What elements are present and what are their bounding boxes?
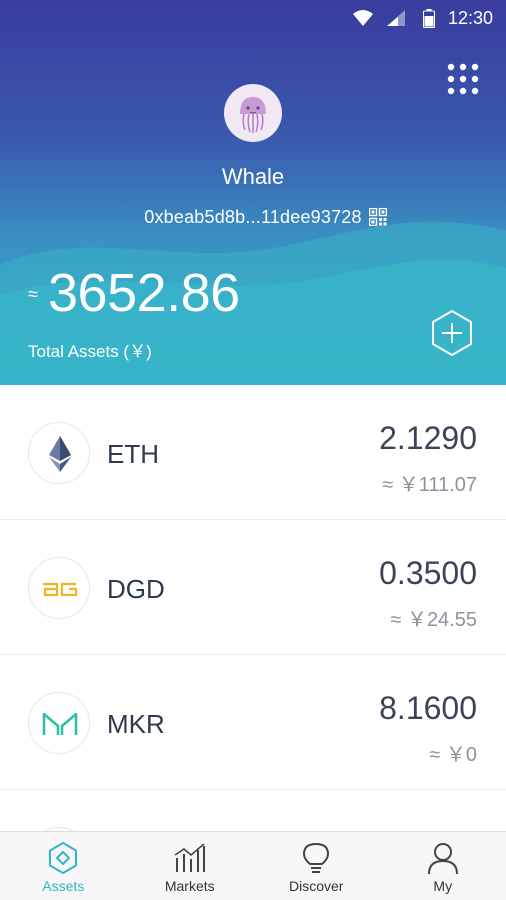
grid-menu-icon[interactable] (446, 62, 480, 96)
asset-row-eth[interactable]: ETH 2.1290 ≈ ￥111.07 (0, 385, 506, 520)
nav-label: Discover (289, 878, 344, 894)
nav-label: My (433, 878, 453, 894)
wallet-name: Whale (221, 164, 285, 189)
bottom-nav: Assets Markets Discover My (0, 831, 506, 900)
asset-fiat-value: ≈ ￥0 (429, 744, 477, 766)
nav-label: Markets (164, 878, 215, 894)
qr-code-icon[interactable] (369, 208, 387, 226)
asset-amount: 0.3500 (379, 555, 477, 591)
ethereum-logo (28, 422, 90, 484)
asset-amount: 8.1600 (379, 690, 477, 726)
nav-label: Assets (42, 878, 85, 894)
wallet-header: 12:30 Whale 0xbeab5d8b...11dee93728 ≈ 36… (0, 0, 506, 385)
nav-markets[interactable]: Markets (127, 832, 254, 900)
asset-row-mkr[interactable]: MKR 8.1600 ≈ ￥0 (0, 655, 506, 790)
asset-amount: 2.1290 (379, 420, 477, 456)
chart-icon (174, 843, 205, 872)
avatar[interactable] (224, 84, 282, 142)
nav-my[interactable]: My (380, 832, 506, 900)
asset-fiat-value: ≈ ￥111.07 (382, 474, 477, 496)
person-icon (427, 843, 458, 875)
asset-list: ETH 2.1290 ≈ ￥111.07 DGD 0.3500 ≈ ￥24.55 (0, 385, 506, 889)
asset-fiat-value: ≈ ￥24.55 (390, 609, 477, 631)
approx-symbol: ≈ (28, 284, 38, 304)
total-assets-label: Total Assets (￥) (28, 342, 152, 361)
asset-row-dgd[interactable]: DGD 0.3500 ≈ ￥24.55 (0, 520, 506, 655)
asset-symbol: MKR (107, 709, 165, 739)
status-bar: 12:30 (0, 0, 506, 36)
add-asset-button[interactable] (428, 309, 476, 357)
nav-assets[interactable]: Assets (0, 832, 127, 900)
status-time: 12:30 (447, 8, 493, 28)
signal-icon (387, 10, 405, 26)
lightbulb-icon (303, 843, 330, 873)
jellyfish-icon (240, 97, 266, 133)
address-row[interactable]: 0xbeab5d8b...11dee93728 (0, 207, 506, 231)
wifi-icon (353, 10, 373, 26)
nav-discover[interactable]: Discover (253, 832, 380, 900)
maker-logo (28, 692, 90, 754)
battery-icon (423, 9, 435, 28)
total-assets-value: 3652.86 (48, 263, 240, 323)
digixdao-logo (28, 557, 90, 619)
wallet-address[interactable]: 0xbeab5d8b...11dee93728 (144, 207, 361, 227)
wallet-screen: 12:30 Whale 0xbeab5d8b...11dee93728 ≈ 36… (0, 0, 506, 900)
hexagon-icon (49, 842, 78, 874)
asset-symbol: ETH (107, 439, 159, 469)
asset-symbol: DGD (107, 574, 165, 604)
